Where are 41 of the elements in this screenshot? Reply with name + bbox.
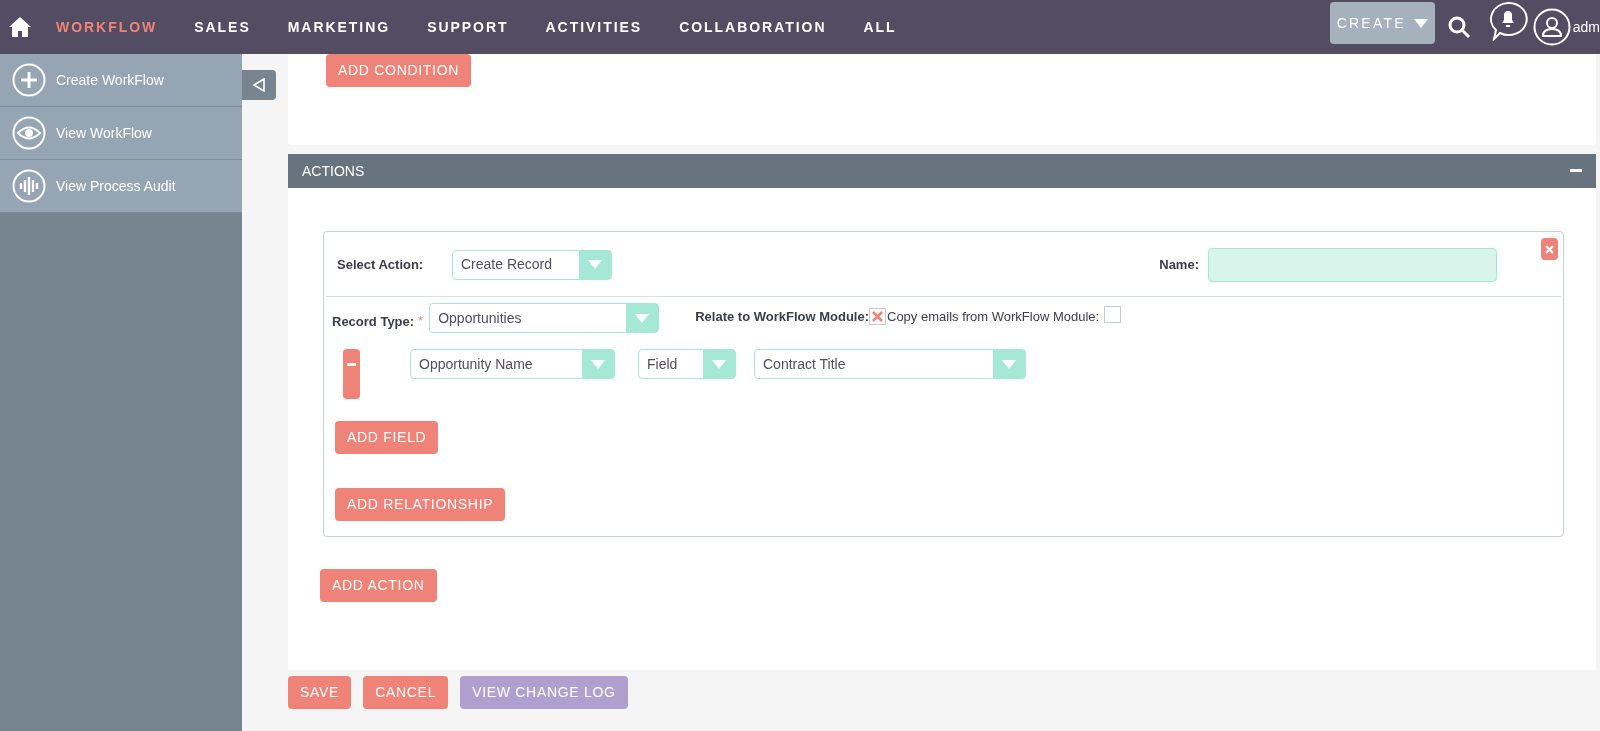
- nav-tab[interactable]: MARKETING: [287, 16, 391, 38]
- caret-icon: [579, 250, 611, 279]
- field-label: Record Type:: [332, 313, 415, 331]
- target-field-select[interactable]: Opportunity Name: [410, 349, 615, 379]
- nav-tab[interactable]: ACTIVITIES: [545, 16, 643, 38]
- search-icon[interactable]: [1446, 15, 1471, 39]
- home-icon[interactable]: [8, 16, 32, 38]
- checkbox[interactable]: [869, 308, 886, 325]
- required-mark: *: [418, 312, 424, 330]
- name-input[interactable]: [1208, 247, 1497, 282]
- field-label: Name:: [1159, 255, 1199, 274]
- remove-action-button[interactable]: [1541, 238, 1558, 260]
- nav-tab[interactable]: SUPPORT: [427, 16, 509, 38]
- plus-icon: [12, 63, 46, 97]
- field-label: Relate to WorkFlow Module:: [695, 308, 869, 326]
- user-name[interactable]: adm: [1572, 16, 1600, 38]
- field-label: Select Action:: [337, 255, 425, 274]
- action-select[interactable]: Create Record: [452, 249, 612, 280]
- minus-icon: [347, 363, 356, 366]
- remove-field-button[interactable]: [343, 349, 360, 399]
- caret-icon: [1413, 18, 1428, 28]
- close-icon: [1545, 244, 1554, 254]
- caret-icon: [626, 304, 659, 332]
- record-type-select[interactable]: Opportunities: [429, 303, 660, 333]
- user-avatar-icon[interactable]: [1532, 8, 1571, 46]
- nav-tab[interactable]: ALL: [863, 16, 897, 38]
- collapse-button[interactable]: [242, 70, 276, 100]
- nav-tab[interactable]: SALES: [194, 16, 251, 38]
- field-label: Copy emails from WorkFlow Module:: [887, 308, 1100, 326]
- caret-icon: [993, 350, 1025, 378]
- checkbox[interactable]: [1104, 306, 1122, 323]
- waveform-icon: [12, 169, 46, 203]
- nav-tab[interactable]: COLLABORATION: [679, 16, 827, 38]
- collapse-minus-icon[interactable]: [1570, 169, 1582, 173]
- caret-icon: [703, 350, 735, 378]
- eye-icon: [12, 116, 46, 150]
- caret-icon: [582, 350, 614, 378]
- actions-header: ACTIONS: [288, 154, 1596, 188]
- value-select[interactable]: Contract Title: [754, 349, 1026, 379]
- value-type-select[interactable]: Field: [638, 349, 736, 379]
- triangle-left-icon: [252, 78, 266, 92]
